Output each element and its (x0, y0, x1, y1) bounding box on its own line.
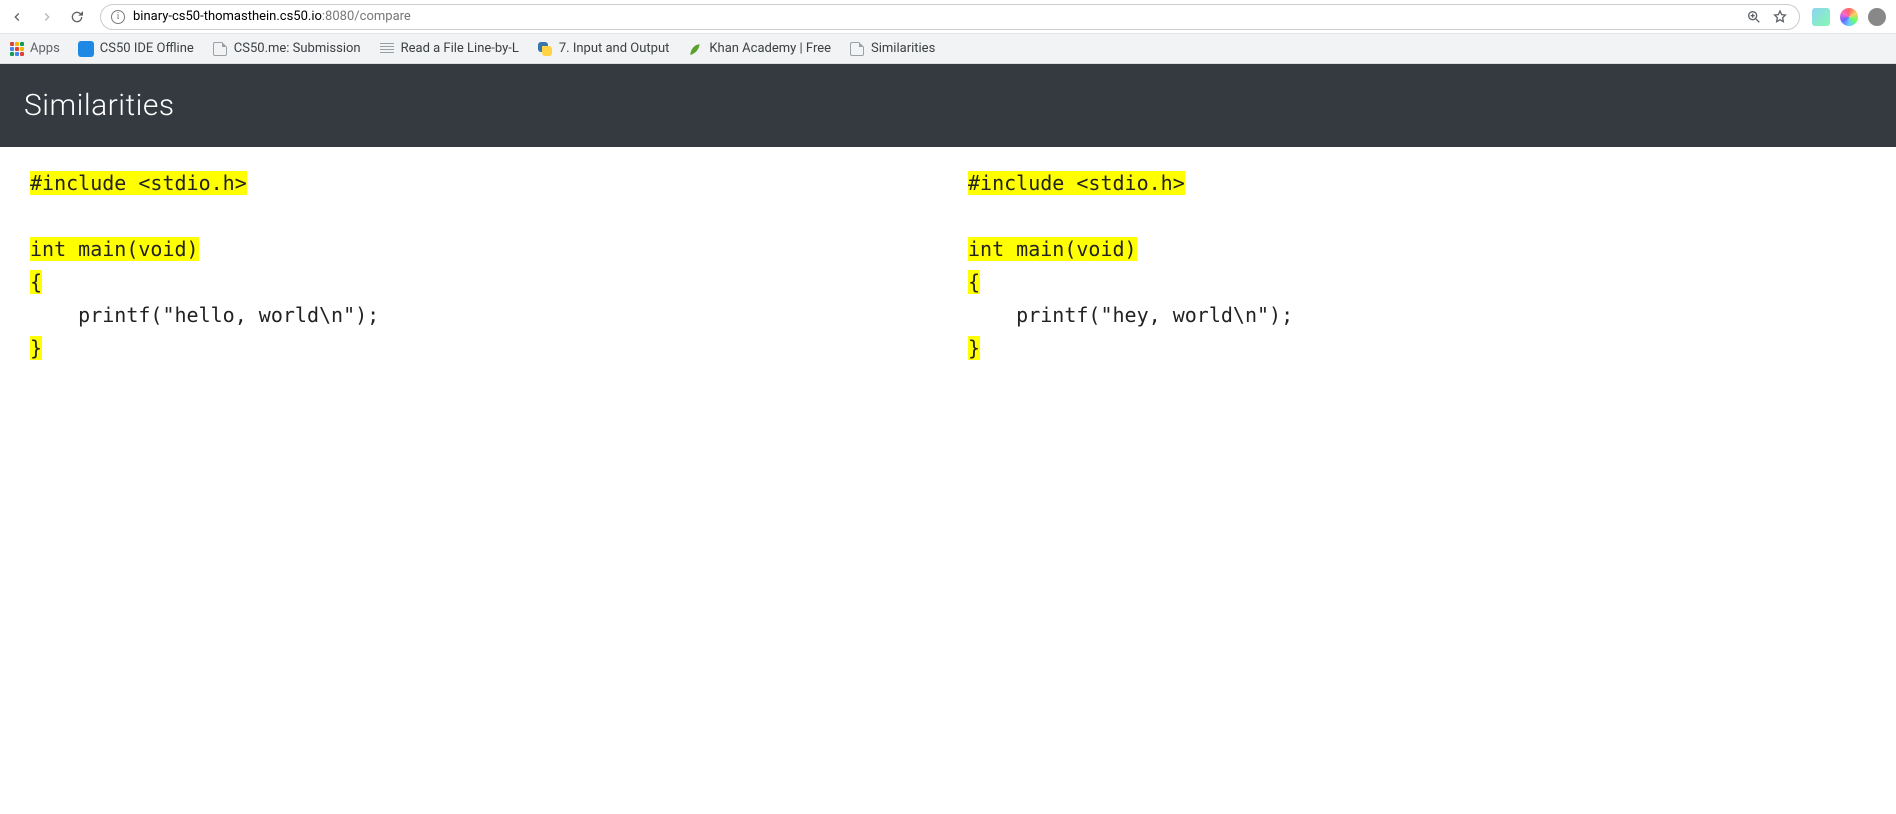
highlighted-line: int main(void) (30, 237, 199, 261)
toolbar-right (1812, 8, 1890, 26)
bookmark-item[interactable]: Khan Academy | Free (687, 41, 831, 57)
site-info-icon[interactable]: i (111, 10, 125, 24)
bookmark-item[interactable]: 7. Input and Output (537, 41, 670, 57)
bookmark-item[interactable]: CS50.me: Submission (212, 41, 361, 57)
back-button[interactable] (6, 6, 28, 28)
browser-toolbar: i binary-cs50-thomasthein.cs50.io:8080/c… (0, 0, 1896, 34)
favicon-icon (379, 41, 395, 57)
arrow-left-icon (9, 9, 25, 25)
bookmark-label: CS50.me: Submission (234, 41, 361, 56)
highlighted-line: int main(void) (968, 237, 1137, 261)
bookmark-star-icon[interactable] (1771, 8, 1789, 26)
page-title: Similarities (24, 88, 1872, 123)
bookmark-label: Similarities (871, 41, 935, 56)
bookmark-item[interactable]: CS50 IDE Offline (78, 41, 194, 57)
extension-icon[interactable] (1840, 8, 1858, 26)
page-header: Similarities (0, 64, 1896, 147)
favicon-icon (537, 41, 553, 57)
highlighted-line: { (968, 270, 980, 294)
bookmark-item[interactable]: Similarities (849, 41, 935, 57)
url-port: :8080 (322, 9, 354, 24)
reload-icon (69, 9, 85, 25)
bookmark-label: 7. Input and Output (559, 41, 670, 56)
favicon-icon (687, 41, 703, 57)
code-pane-right: #include <stdio.h> int main(void) { prin… (968, 167, 1866, 365)
apps-grid-icon (10, 42, 24, 56)
highlighted-line: #include <stdio.h> (30, 171, 247, 195)
address-bar[interactable]: i binary-cs50-thomasthein.cs50.io:8080/c… (100, 4, 1800, 30)
favicon-icon (849, 41, 865, 57)
url-host: binary-cs50-thomasthein.cs50.io (133, 9, 322, 24)
extension-icon[interactable] (1868, 8, 1886, 26)
highlighted-line: } (30, 336, 42, 360)
reload-button[interactable] (66, 6, 88, 28)
favicon-icon (78, 41, 94, 57)
highlighted-line: } (968, 336, 980, 360)
apps-label: Apps (30, 41, 60, 56)
apps-button[interactable]: Apps (10, 41, 60, 56)
arrow-right-icon (39, 9, 55, 25)
bookmarks-bar: Apps CS50 IDE Offline CS50.me: Submissio… (0, 34, 1896, 64)
extension-icon[interactable] (1812, 8, 1830, 26)
bookmark-item[interactable]: Read a File Line-by-L (379, 41, 519, 57)
code-pane-left: #include <stdio.h> int main(void) { prin… (30, 167, 928, 365)
highlighted-line: { (30, 270, 42, 294)
url-text: binary-cs50-thomasthein.cs50.io:8080/com… (133, 9, 411, 24)
bookmark-label: Khan Academy | Free (709, 41, 831, 56)
bookmark-label: CS50 IDE Offline (100, 41, 194, 56)
url-path: /compare (354, 9, 411, 24)
zoom-icon[interactable] (1745, 8, 1763, 26)
favicon-icon (212, 41, 228, 57)
compare-container: #include <stdio.h> int main(void) { prin… (0, 147, 1896, 385)
highlighted-line: #include <stdio.h> (968, 171, 1185, 195)
bookmark-label: Read a File Line-by-L (401, 41, 519, 56)
forward-button[interactable] (36, 6, 58, 28)
